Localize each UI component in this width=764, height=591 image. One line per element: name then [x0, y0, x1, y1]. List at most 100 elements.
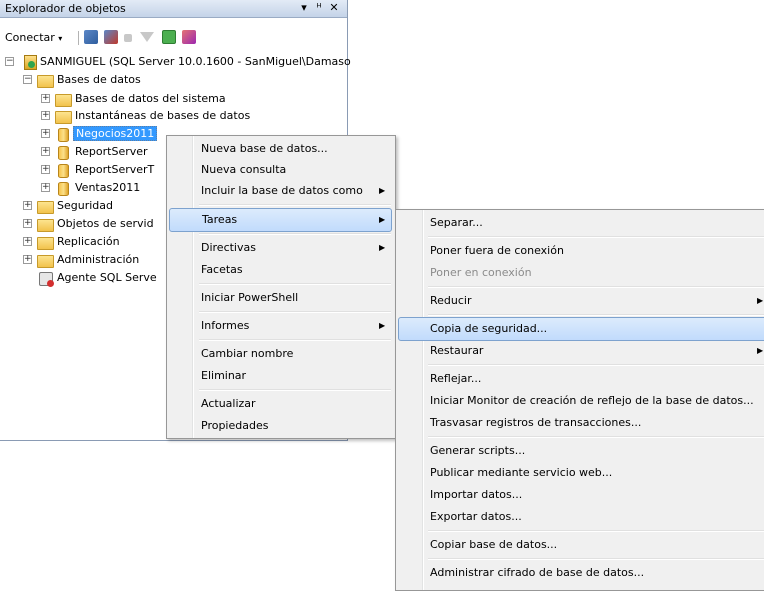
menu-item-export-data[interactable]: Exportar datos...	[430, 506, 760, 528]
node-label: Bases de datos	[57, 73, 141, 86]
node-label: Seguridad	[57, 199, 113, 212]
menu-item-label: Poner en conexión	[430, 266, 532, 279]
submenu-arrow-icon: ▶	[379, 215, 386, 224]
folder-icon	[37, 201, 54, 214]
menu-item-label: Trasvasar registros de transacciones...	[430, 416, 642, 429]
node-label: Replicación	[57, 235, 120, 248]
collapse-toggle-icon[interactable]: −	[5, 57, 14, 66]
activity-monitor-icon[interactable]	[182, 30, 196, 44]
menu-item-new-database[interactable]: Nueva base de datos...	[201, 138, 391, 160]
filter-icon[interactable]	[140, 32, 154, 42]
menu-item-manage-encryption[interactable]: Administrar cifrado de base de datos...	[430, 562, 760, 584]
sql-agent-icon	[39, 272, 54, 287]
menu-icon-gutter	[192, 136, 194, 438]
node-label: ReportServer	[75, 145, 148, 158]
menu-item-script-database-as[interactable]: Incluir la base de datos como ▶	[201, 180, 391, 202]
server-label: SANMIGUEL (SQL Server 10.0.1600 - SanMig…	[40, 55, 351, 68]
menu-item-label: Directivas	[201, 241, 256, 254]
submenu-arrow-icon: ▶	[379, 186, 386, 195]
menu-separator	[199, 233, 391, 235]
menu-separator	[428, 558, 764, 560]
folder-icon	[37, 219, 54, 232]
menu-item-label: Propiedades	[201, 419, 269, 432]
menu-item-label: Separar...	[430, 216, 483, 229]
menu-separator	[199, 204, 391, 206]
menu-item-rename[interactable]: Cambiar nombre	[201, 343, 391, 365]
menu-separator	[199, 311, 391, 313]
menu-item-new-query[interactable]: Nueva consulta	[201, 159, 391, 181]
chevron-down-icon: ▾	[58, 34, 63, 43]
window-position-icon[interactable]: ▾	[298, 1, 310, 14]
menu-item-import-data[interactable]: Importar datos...	[430, 484, 760, 506]
menu-item-label: Eliminar	[201, 369, 247, 382]
menu-separator	[428, 436, 764, 438]
expand-toggle-icon[interactable]: +	[23, 219, 32, 228]
menu-item-label: Exportar datos...	[430, 510, 522, 523]
expand-toggle-icon[interactable]: +	[41, 111, 50, 120]
auto-hide-pin-icon[interactable]: ᵸ	[313, 1, 325, 14]
node-label: Ventas2011	[75, 181, 141, 194]
menu-item-mirror-monitor[interactable]: Iniciar Monitor de creación de reflejo d…	[430, 390, 760, 412]
expand-toggle-icon[interactable]: +	[41, 147, 50, 156]
expand-toggle-icon[interactable]: +	[41, 94, 50, 103]
node-label-selected: Negocios2011	[73, 126, 158, 141]
disconnect-icon[interactable]	[104, 30, 118, 44]
connect-button[interactable]: Conectar ▾	[5, 31, 62, 44]
expand-toggle-icon[interactable]: +	[41, 165, 50, 174]
menu-separator	[428, 530, 764, 532]
menu-item-take-offline[interactable]: Poner fuera de conexión	[430, 240, 760, 262]
menu-item-label: Administrar cifrado de base de datos...	[430, 566, 645, 579]
menu-item-facets[interactable]: Facetas	[201, 259, 391, 281]
server-icon	[24, 55, 37, 70]
menu-item-label: Generar scripts...	[430, 444, 526, 457]
menu-item-label: Iniciar Monitor de creación de reflejo d…	[430, 394, 754, 407]
expand-toggle-icon[interactable]: +	[41, 129, 50, 138]
node-label: Instantáneas de bases de datos	[75, 109, 251, 122]
expand-toggle-icon[interactable]: +	[41, 183, 50, 192]
menu-item-publish-web-service[interactable]: Publicar mediante servicio web...	[430, 462, 760, 484]
menu-item-restore[interactable]: Restaurar ▶	[430, 340, 764, 362]
folder-icon	[37, 237, 54, 250]
menu-item-label: Incluir la base de datos como	[201, 184, 363, 197]
connect-label: Conectar	[5, 31, 55, 44]
menu-item-shrink[interactable]: Reducir ▶	[430, 290, 764, 312]
connect-object-icon[interactable]	[84, 30, 98, 44]
submenu-arrow-icon: ▶	[757, 296, 764, 305]
menu-item-delete[interactable]: Eliminar	[201, 365, 391, 387]
menu-item-copy-database[interactable]: Copiar base de datos...	[430, 534, 760, 556]
menu-item-label: Reducir	[430, 294, 472, 307]
menu-item-label: Cambiar nombre	[201, 347, 294, 360]
expand-toggle-icon[interactable]: +	[23, 255, 32, 264]
close-icon[interactable]: ✕	[328, 1, 340, 14]
menu-separator	[199, 339, 391, 341]
refresh-icon[interactable]	[162, 30, 176, 44]
expand-toggle-icon[interactable]: +	[23, 201, 32, 210]
menu-item-mirror[interactable]: Reflejar...	[430, 368, 760, 390]
running-status-icon	[28, 61, 35, 68]
menu-item-label: Nueva consulta	[201, 163, 287, 176]
menu-item-start-powershell[interactable]: Iniciar PowerShell	[201, 287, 391, 309]
menu-item-generate-scripts[interactable]: Generar scripts...	[430, 440, 760, 462]
submenu-arrow-icon: ▶	[379, 321, 386, 330]
menu-separator	[428, 236, 764, 238]
tasks-submenu: Separar... Poner fuera de conexión Poner…	[395, 209, 764, 591]
menu-item-tasks[interactable]: Tareas ▶	[169, 208, 392, 232]
collapse-toggle-icon[interactable]: −	[23, 75, 32, 84]
menu-item-properties[interactable]: Propiedades	[201, 415, 391, 437]
menu-item-label: Publicar mediante servicio web...	[430, 466, 613, 479]
menu-item-label: Copiar base de datos...	[430, 538, 558, 551]
menu-item-refresh[interactable]: Actualizar	[201, 393, 391, 415]
panel-title: Explorador de objetos	[5, 2, 126, 15]
menu-item-backup[interactable]: Copia de seguridad...	[398, 317, 764, 341]
menu-item-reports[interactable]: Informes ▶	[201, 315, 391, 337]
folder-icon	[37, 75, 54, 88]
expand-toggle-icon[interactable]: +	[23, 237, 32, 246]
menu-item-ship-logs[interactable]: Trasvasar registros de transacciones...	[430, 412, 760, 434]
stop-icon[interactable]	[124, 34, 132, 42]
menu-item-label: Actualizar	[201, 397, 256, 410]
menu-separator	[428, 364, 764, 366]
menu-item-detach[interactable]: Separar...	[430, 212, 760, 234]
menu-item-policies[interactable]: Directivas ▶	[201, 237, 391, 259]
tree-node-server[interactable]: − SANMIGUEL (SQL Server 10.0.1600 - SanM…	[5, 54, 351, 71]
database-icon	[58, 128, 69, 142]
